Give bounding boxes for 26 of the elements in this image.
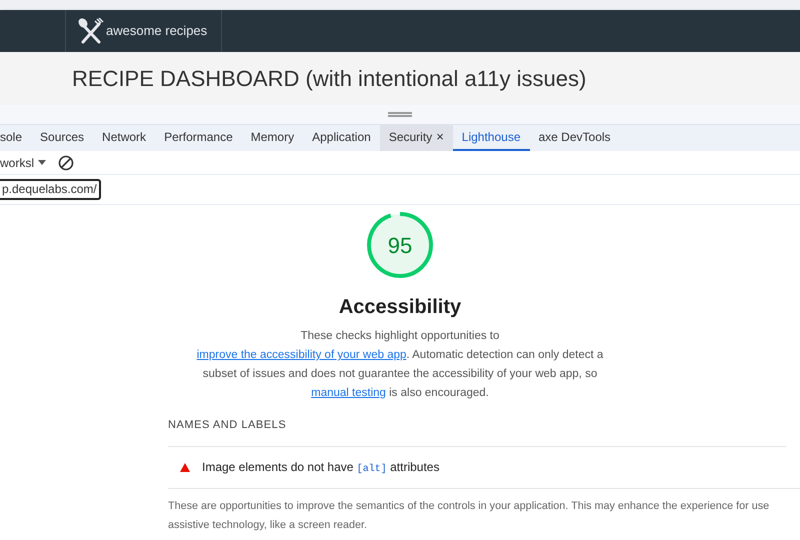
devtools-tab[interactable]: Network [93, 125, 156, 151]
devtools-tab[interactable]: Lighthouse [452, 125, 530, 151]
spoon-fork-icon [78, 18, 104, 44]
category-title: Accessibility [338, 295, 462, 320]
devtools-tab[interactable]: sole [0, 125, 32, 151]
doc-link[interactable]: manual testing [311, 387, 386, 399]
close-icon[interactable]: × [436, 127, 444, 147]
group-title: NAMES AND LABELS [168, 417, 786, 446]
devtools-tab[interactable]: Sources [31, 125, 94, 151]
devtools-tab[interactable]: Security × [380, 125, 453, 151]
warning-triangle-icon [180, 462, 190, 472]
drag-handle-icon[interactable] [388, 112, 412, 117]
devtools-tab[interactable]: Memory [242, 125, 304, 151]
group-description: These are opportunities to improve the semantics of the controls in your application. This may enhance the experience for use assistive technology, like a screen reader. [168, 498, 770, 532]
doc-link[interactable]: improve the accessibility of your web app [196, 349, 406, 361]
category-description: These checks highlight opportunities to improve the accessibility of your web app. Automatic detection can only detect a subset of issues and does not guarantee the accessibility of your web app, so manual testing is also encouraged. [196, 329, 604, 401]
page-title: RECIPE DASHBOARD (with intentional a11y issues) [72, 65, 586, 93]
audit-title[interactable]: Image elements do not have [alt] attributes [202, 458, 440, 476]
devtools-tab[interactable]: Performance [155, 125, 242, 151]
block-icon[interactable] [58, 154, 74, 170]
devtools-tab[interactable]: axe DevTools [530, 125, 620, 151]
devtools-tab[interactable]: Application [303, 125, 380, 151]
throttling-dropdown[interactable]: worksl [0, 154, 46, 172]
caret-icon [38, 160, 46, 165]
score-value: 95 [388, 232, 412, 260]
url-field[interactable]: p.dequelabs.com/ [0, 179, 101, 200]
